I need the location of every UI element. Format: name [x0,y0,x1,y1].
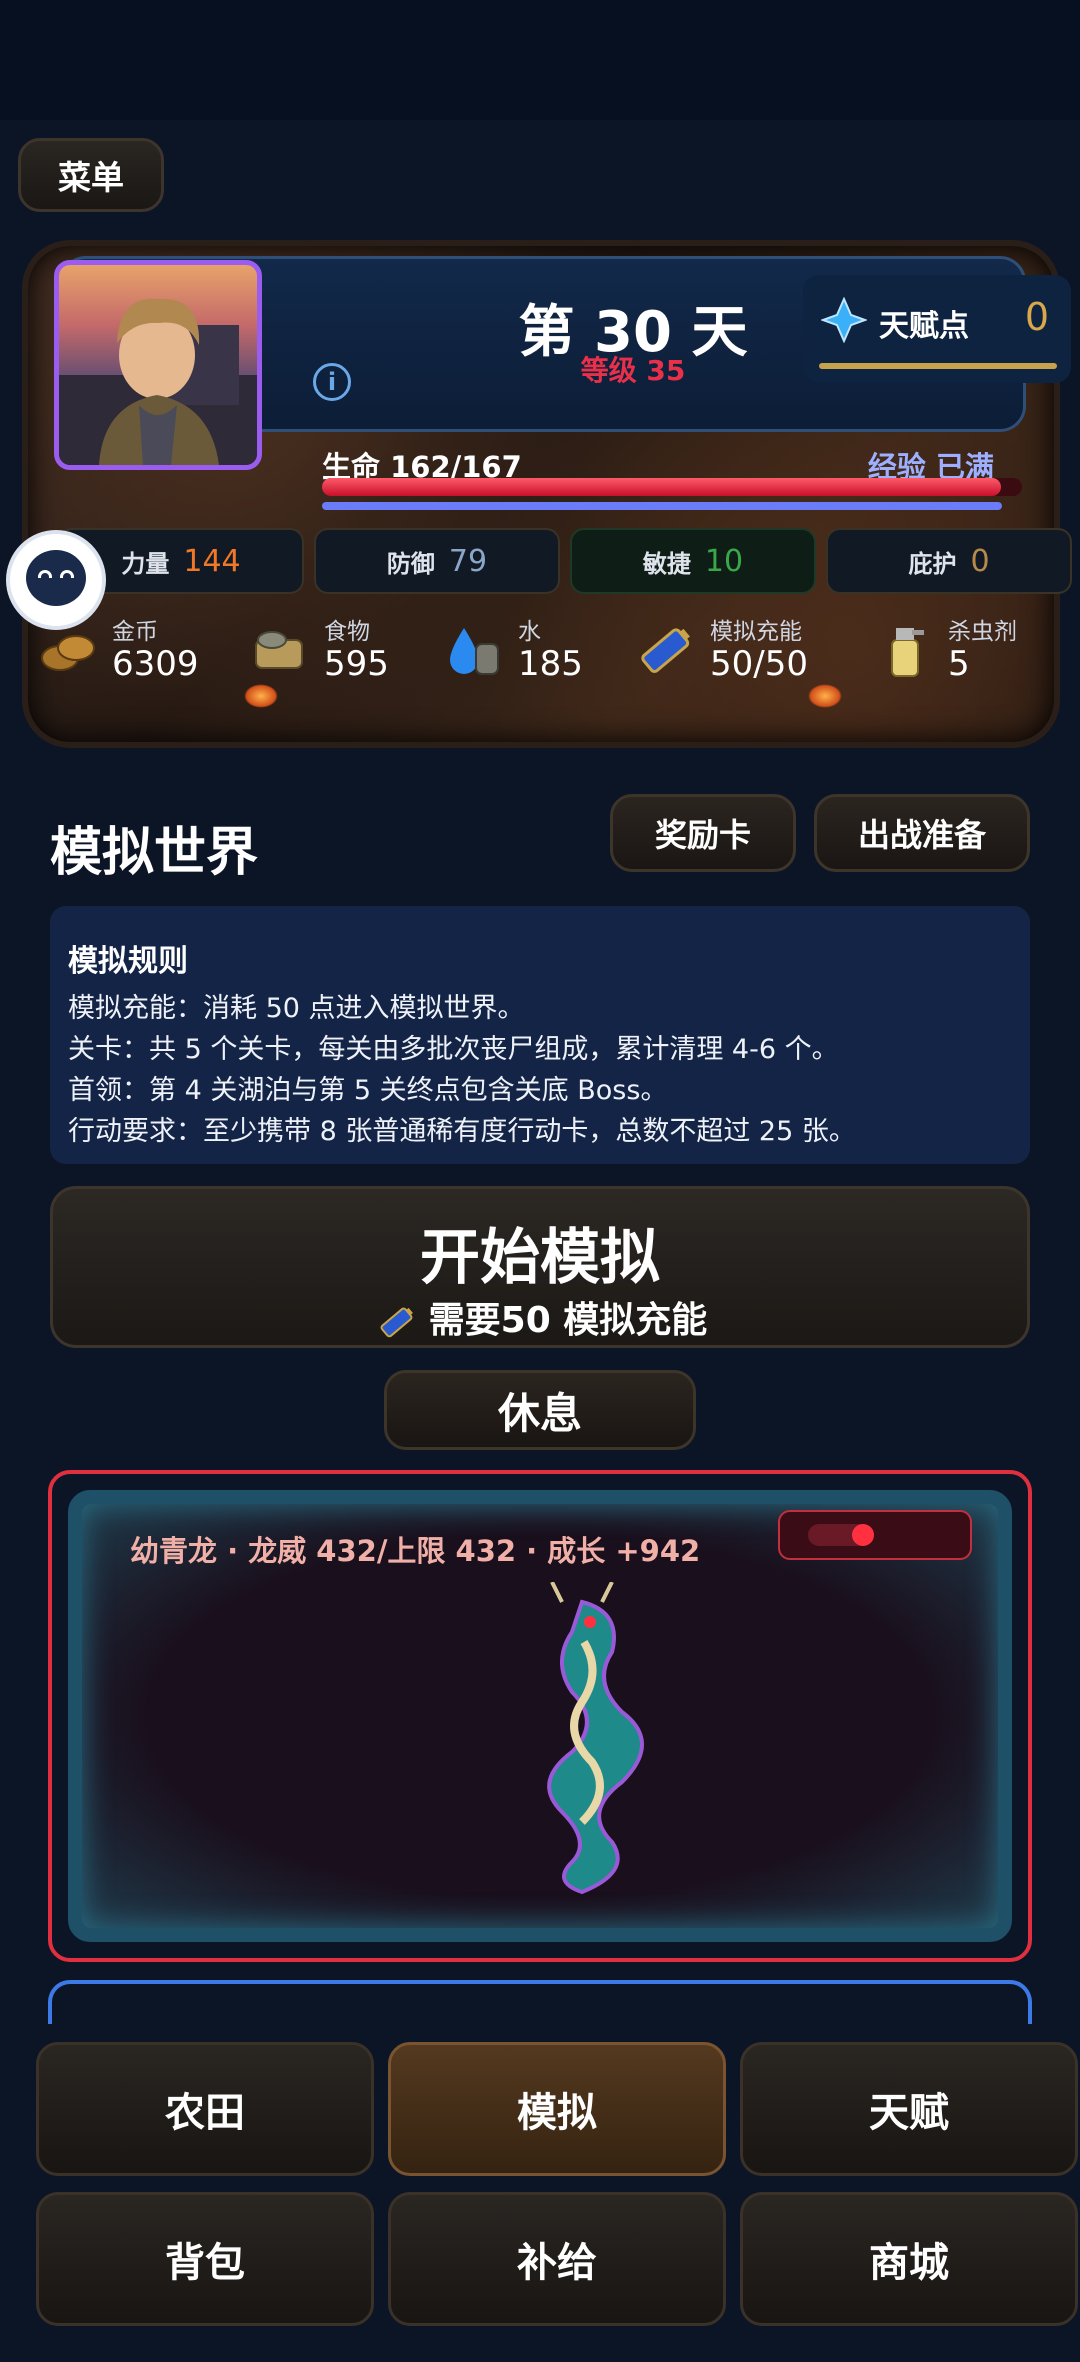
battle-prepare-button[interactable]: 出战准备 [814,794,1030,872]
nav-farm[interactable]: 农田 [36,2042,374,2176]
status-panel: 第 30 天 等级 35 i 天赋点 0 生命 162/167 经验 已满 力量… [22,240,1072,748]
stat-label: 敏捷 [642,549,691,578]
resource-food: 食物 595 [250,606,420,696]
rule-line: 关卡：共 5 个关卡，每关由多批次丧尸组成，累计清理 4-6 个。 [68,1034,839,1065]
stats-row: 力量 144 防御 79 敏捷 10 庇护 0 [58,528,1080,594]
resource-value: 595 [324,644,389,684]
resource-insecticide: 杀虫剂 5 [874,606,1044,696]
resource-value: 185 [518,644,583,684]
rule-line: 首领：第 4 关湖泊与第 5 关终点包含关底 Boss。 [68,1075,668,1106]
level-label: 等级 35 [580,354,686,387]
reward-card-button[interactable]: 奖励卡 [610,794,796,872]
resource-value: 5 [948,644,970,684]
resource-water: 水 185 [444,606,604,696]
water-icon [450,628,499,675]
nav-shop[interactable]: 商城 [740,2192,1078,2326]
talent-label: 天赋点 [879,309,969,344]
start-requirement: 需要50 模拟充能 [53,1291,1027,1343]
stat-label: 庇护 [908,549,957,578]
resource-label: 模拟充能 [710,619,802,645]
stat-value: 144 [183,543,241,579]
info-icon[interactable]: i [313,363,351,401]
xp-bar [322,502,1002,510]
resource-label: 金币 [112,619,158,645]
rules-panel: 模拟规则 模拟充能：消耗 50 点进入模拟世界。 关卡：共 5 个关卡，每关由多… [50,906,1030,1164]
crystal-icon [821,297,867,343]
resource-sim-energy: 模拟充能 50/50 [636,606,856,696]
rule-line: 模拟充能：消耗 50 点进入模拟世界。 [68,993,525,1024]
resource-label: 水 [518,619,541,645]
resource-value: 50/50 [710,644,808,684]
start-requirement-text: 需要50 模拟充能 [428,1300,708,1341]
spray-icon [891,628,924,677]
hp-bar [322,478,1022,496]
start-title: 开始模拟 [420,1223,660,1293]
pet-toggle[interactable] [778,1510,972,1560]
assistant-bot-icon[interactable] [6,530,106,630]
panel-light [808,684,842,708]
rules-title: 模拟规则 [68,944,188,979]
pet-info: 幼青龙 · 龙威 432/上限 432 · 成长 +942 [130,1534,701,1568]
resource-value: 6309 [112,644,199,684]
resource-label: 食物 [324,619,370,645]
stat-label: 力量 [121,549,170,578]
food-icon [255,631,303,669]
stat-defense[interactable]: 防御 79 [314,528,560,594]
pet-display: 幼青龙 · 龙威 432/上限 432 · 成长 +942 [68,1490,1012,1942]
status-bar-area [0,0,1080,120]
rest-button[interactable]: 休息 [384,1370,696,1450]
pet-card[interactable]: 幼青龙 · 龙威 432/上限 432 · 成长 +942 [48,1470,1032,1962]
nav-talent[interactable]: 天赋 [740,2042,1078,2176]
battery-icon [641,628,690,673]
menu-button[interactable]: 菜单 [18,138,164,212]
rule-line: 行动要求：至少携带 8 张普通稀有度行动卡，总数不超过 25 张。 [68,1116,856,1147]
talent-bar [819,363,1057,369]
stat-shelter[interactable]: 庇护 0 [826,528,1072,594]
battery-icon [380,1307,413,1338]
stat-value: 79 [448,543,488,579]
stat-value: 0 [970,543,990,579]
nav-backpack[interactable]: 背包 [36,2192,374,2326]
hp-bar-fill [322,478,1002,496]
xp-bar-fill [322,502,1002,510]
section-title: 模拟世界 [50,823,259,883]
avatar[interactable] [54,260,262,470]
talent-points-box[interactable]: 天赋点 0 [803,275,1071,383]
stat-value: 10 [704,543,744,579]
resource-label: 杀虫剂 [948,619,1017,645]
stat-agility[interactable]: 敏捷 10 [570,528,816,594]
panel-light [244,684,278,708]
nav-supply[interactable]: 补给 [388,2192,726,2326]
talent-value: 0 [1024,295,1049,339]
stat-label: 防御 [386,549,435,578]
nav-simulation[interactable]: 模拟 [388,2042,726,2176]
bottom-nav: 农田 模拟 天赋 背包 补给 商城 [16,2024,1080,2362]
start-simulation-button[interactable]: 开始模拟 需要50 模拟充能 [50,1186,1030,1348]
dragon-image [547,1582,644,1895]
